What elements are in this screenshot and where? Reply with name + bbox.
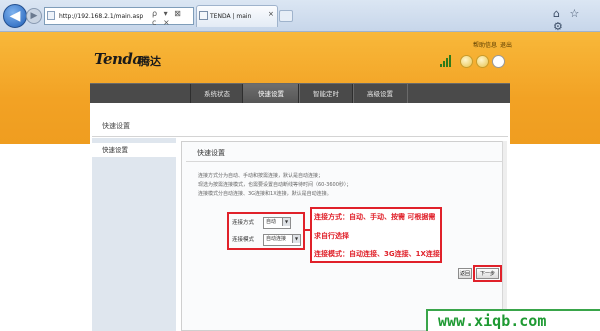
watermark: www.xiqb.com xyxy=(426,309,600,331)
browser-forward-button[interactable]: ▶ xyxy=(26,8,42,24)
page-title: 快速设置 xyxy=(102,122,130,130)
annotation-text: 求自行选择 xyxy=(314,232,349,240)
tab-advanced[interactable]: 高级设置 xyxy=(352,84,408,104)
address-tools[interactable]: ρ ▾ ⊠ c × xyxy=(152,9,192,27)
help-link[interactable]: 帮助信息 xyxy=(473,40,497,49)
tab-smart-timer[interactable]: 智能定时 xyxy=(298,84,354,104)
tab-system-status[interactable]: 系统状态 xyxy=(190,84,244,104)
conn-method-value: 自动 xyxy=(266,219,277,225)
brand-logo: Tenda xyxy=(94,50,142,68)
help-text: 连接方式分为自动、手动和按需连接，默认是自动连接； xyxy=(198,173,324,179)
status-icon[interactable] xyxy=(476,55,489,68)
help-text: 连接模式分自动连接、3G连接和1X连接，默认是自动连接。 xyxy=(198,191,332,197)
panel-title: 快速设置 xyxy=(197,149,225,157)
new-tab-button[interactable] xyxy=(279,10,293,22)
back-button[interactable]: 返回 xyxy=(458,268,472,279)
signal-icon xyxy=(440,64,442,67)
power-icon[interactable] xyxy=(492,55,505,68)
conn-method-label: 连接方式 xyxy=(232,220,255,226)
logout-link[interactable]: 退出 xyxy=(500,40,512,49)
status-icons xyxy=(440,55,510,68)
browser-back-button[interactable]: ◀ xyxy=(3,4,27,28)
conn-method-select[interactable]: 自动 ▼ xyxy=(263,217,291,229)
chevron-down-icon: ▼ xyxy=(282,218,290,226)
conn-mode-value: 自动连接 xyxy=(266,236,287,242)
sidebar-item-quick-setup[interactable]: 快速设置 xyxy=(92,143,176,157)
conn-mode-select[interactable]: 自动连接 ▼ xyxy=(263,234,301,246)
signal-icon xyxy=(449,55,451,67)
tab-close-icon[interactable]: × xyxy=(268,10,274,18)
next-button[interactable]: 下一步 xyxy=(476,268,499,279)
conn-mode-label: 连接模式 xyxy=(232,237,255,243)
tab-favicon-icon xyxy=(199,11,208,20)
divider xyxy=(186,161,502,162)
sidebar xyxy=(92,138,176,331)
signal-icon xyxy=(443,61,445,67)
settings-icon[interactable] xyxy=(460,55,473,68)
signal-icon xyxy=(446,58,448,67)
annotation-text: 连接模式：自动连接、3G连接、1X连接 xyxy=(314,250,440,258)
main-nav: 系统状态 快速设置 智能定时 高级设置 xyxy=(90,83,510,104)
browser-tab[interactable]: TENDA | main xyxy=(196,5,278,27)
tab-quick-setup[interactable]: 快速设置 xyxy=(242,84,300,104)
annotation-text: 连接方式：自动、手动、按需 可根据需 xyxy=(314,213,436,221)
chevron-down-icon: ▼ xyxy=(292,235,300,243)
brand-name-cn: 腾达 xyxy=(139,55,161,68)
divider xyxy=(92,136,508,137)
page-icon xyxy=(47,11,55,20)
window-tools[interactable]: ⌂ ☆ ⚙ xyxy=(553,7,598,33)
scrollbar[interactable] xyxy=(502,141,507,331)
help-text: 现选为按需连接模式，也需要设置自动断线等待时间（60-3600秒）； xyxy=(198,182,352,188)
